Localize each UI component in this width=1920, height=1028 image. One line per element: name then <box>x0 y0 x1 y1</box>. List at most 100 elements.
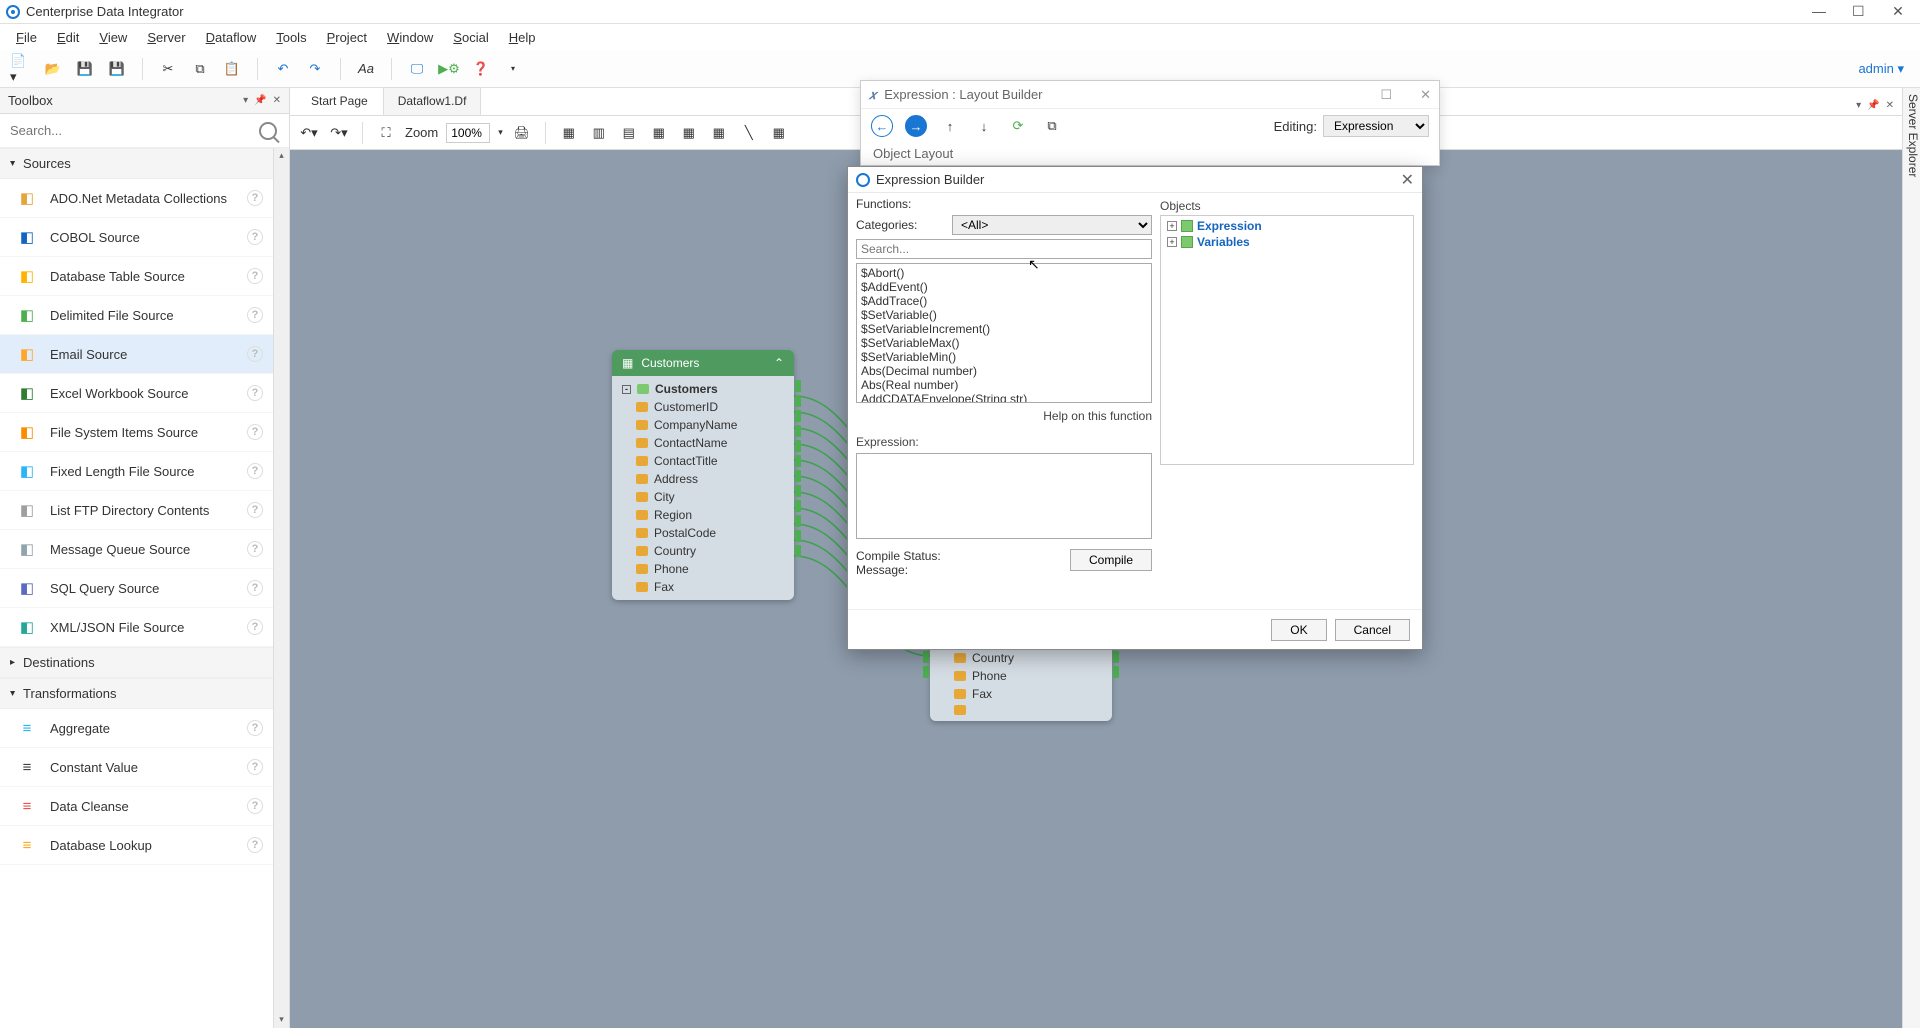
more-icon[interactable]: ▾ <box>502 58 524 80</box>
grid-icon[interactable]: ▦ <box>768 122 790 144</box>
port[interactable] <box>795 545 801 557</box>
port[interactable] <box>795 485 801 497</box>
port[interactable] <box>1113 666 1119 678</box>
node-customers[interactable]: ▦ Customers ⌃ -CustomersCustomerIDCompan… <box>612 350 794 600</box>
node-field-row[interactable]: Phone <box>612 560 794 578</box>
zoom-input[interactable] <box>446 123 490 143</box>
function-item[interactable]: $AddTrace() <box>857 294 1151 308</box>
menu-dataflow[interactable]: Dataflow <box>196 26 267 49</box>
node-field-row[interactable]: Country <box>930 649 1112 667</box>
node-field-row[interactable]: City <box>612 488 794 506</box>
function-item[interactable]: AddCDATAEnvelope(String str) <box>857 392 1151 403</box>
tabs-pin-icon[interactable]: 📌 <box>1867 100 1879 111</box>
toolbox-item[interactable]: ◧Delimited File Source? <box>0 296 273 335</box>
toolbox-search-input[interactable] <box>6 119 259 142</box>
help-hint-icon[interactable]: ? <box>247 424 263 440</box>
scroll-up-icon[interactable]: ▴ <box>274 148 289 164</box>
dialog-close-icon[interactable]: ✕ <box>1401 170 1414 190</box>
link-icon[interactable]: ╲ <box>738 122 760 144</box>
window-close-icon[interactable]: ✕ <box>1892 3 1904 20</box>
toolbox-item[interactable]: ≡Constant Value? <box>0 748 273 787</box>
objects-tree[interactable]: +Expression +Variables <box>1160 215 1414 465</box>
node-customers-header[interactable]: ▦ Customers ⌃ <box>612 350 794 376</box>
node-field-row[interactable]: PostalCode <box>612 524 794 542</box>
redo-icon[interactable]: ↷ <box>304 58 326 80</box>
help-on-function-link[interactable]: Help on this function <box>856 407 1152 425</box>
help-hint-icon[interactable]: ? <box>247 502 263 518</box>
node-field-row[interactable]: CompanyName <box>612 416 794 434</box>
node-field-row[interactable]: ContactTitle <box>612 452 794 470</box>
port[interactable] <box>795 500 801 512</box>
menu-view[interactable]: View <box>89 26 137 49</box>
search-icon[interactable] <box>259 122 277 140</box>
port[interactable] <box>795 410 801 422</box>
help-hint-icon[interactable]: ? <box>247 346 263 362</box>
help-hint-icon[interactable]: ? <box>247 720 263 736</box>
menu-project[interactable]: Project <box>317 26 377 49</box>
help-hint-icon[interactable]: ? <box>247 759 263 775</box>
tab-dataflow[interactable]: Dataflow1.Df <box>383 87 482 115</box>
admin-dropdown[interactable]: admin ▾ <box>1858 61 1910 77</box>
function-search-input[interactable] <box>856 239 1152 259</box>
port[interactable] <box>795 515 801 527</box>
node-field-row[interactable] <box>930 703 1112 717</box>
chevron-up-icon[interactable]: ⌃ <box>774 356 784 370</box>
menu-server[interactable]: Server <box>137 26 195 49</box>
undo-icon[interactable]: ↶ <box>272 58 294 80</box>
function-item[interactable]: $SetVariableIncrement() <box>857 322 1151 336</box>
canvas-redo-icon[interactable]: ↷▾ <box>328 122 350 144</box>
down-icon[interactable]: ↓ <box>973 115 995 137</box>
refresh-icon[interactable]: ⟳ <box>1007 115 1029 137</box>
help-hint-icon[interactable]: ? <box>247 268 263 284</box>
function-list[interactable]: $Abort()$AddEvent()$AddTrace()$SetVariab… <box>856 263 1152 403</box>
group-transformations[interactable]: ▸Transformations <box>0 678 273 709</box>
scroll-down-icon[interactable]: ▾ <box>274 1012 289 1028</box>
copy-icon[interactable]: ⧉ <box>1041 115 1063 137</box>
categories-select[interactable]: <All> <box>952 215 1152 235</box>
paste-icon[interactable]: 📋 <box>221 58 243 80</box>
help-hint-icon[interactable]: ? <box>247 385 263 401</box>
port[interactable] <box>795 470 801 482</box>
forward-icon[interactable]: → <box>905 115 927 137</box>
menu-social[interactable]: Social <box>443 26 498 49</box>
compile-button[interactable]: Compile <box>1070 549 1152 571</box>
group-destinations[interactable]: ▸Destinations <box>0 647 273 678</box>
align3-icon[interactable]: ▤ <box>618 122 640 144</box>
toolbox-item[interactable]: ≡Data Cleanse? <box>0 787 273 826</box>
expression-textarea[interactable] <box>856 453 1152 539</box>
toolbox-item[interactable]: ◧Message Queue Source? <box>0 530 273 569</box>
help-hint-icon[interactable]: ? <box>247 463 263 479</box>
collapse-icon[interactable]: - <box>622 385 631 394</box>
lw-close-icon[interactable]: ✕ <box>1420 87 1431 103</box>
help-hint-icon[interactable]: ? <box>247 190 263 206</box>
port[interactable] <box>795 425 801 437</box>
toolbox-item[interactable]: ◧COBOL Source? <box>0 218 273 257</box>
zoom-dropdown-icon[interactable]: ▾ <box>498 127 503 138</box>
toolbox-item[interactable]: ≡Database Lookup? <box>0 826 273 865</box>
save-all-icon[interactable]: 💾 <box>106 58 128 80</box>
function-item[interactable]: $SetVariableMax() <box>857 336 1151 350</box>
help-hint-icon[interactable]: ? <box>247 837 263 853</box>
toolbox-item[interactable]: ◧Email Source? <box>0 335 273 374</box>
tree-expand-icon[interactable]: + <box>1167 237 1177 247</box>
node-field-row[interactable]: Phone <box>930 667 1112 685</box>
node-field-row[interactable]: Address <box>612 470 794 488</box>
menu-edit[interactable]: Edit <box>47 26 89 49</box>
open-folder-icon[interactable]: 📂 <box>42 58 64 80</box>
toolbox-close-icon[interactable]: ✕ <box>273 95 281 106</box>
lw-maximize-icon[interactable]: ☐ <box>1380 87 1392 103</box>
help-hint-icon[interactable]: ? <box>247 307 263 323</box>
toolbox-pin-icon[interactable]: 📌 <box>254 95 266 106</box>
toolbox-item[interactable]: ◧Excel Workbook Source? <box>0 374 273 413</box>
function-item[interactable]: Abs(Decimal number) <box>857 364 1151 378</box>
save-icon[interactable]: 💾 <box>74 58 96 80</box>
group-sources[interactable]: ▸Sources <box>0 148 273 179</box>
help-hint-icon[interactable]: ? <box>247 798 263 814</box>
toolbox-dropdown-icon[interactable]: ▾ <box>243 95 248 106</box>
help-hint-icon[interactable]: ? <box>247 229 263 245</box>
play-icon[interactable]: ▶⚙ <box>438 58 460 80</box>
tree-expand-icon[interactable]: + <box>1167 221 1177 231</box>
window-minimize-icon[interactable]: ― <box>1812 3 1824 20</box>
function-item[interactable]: $Abort() <box>857 266 1151 280</box>
toolbox-item[interactable]: ◧Database Table Source? <box>0 257 273 296</box>
